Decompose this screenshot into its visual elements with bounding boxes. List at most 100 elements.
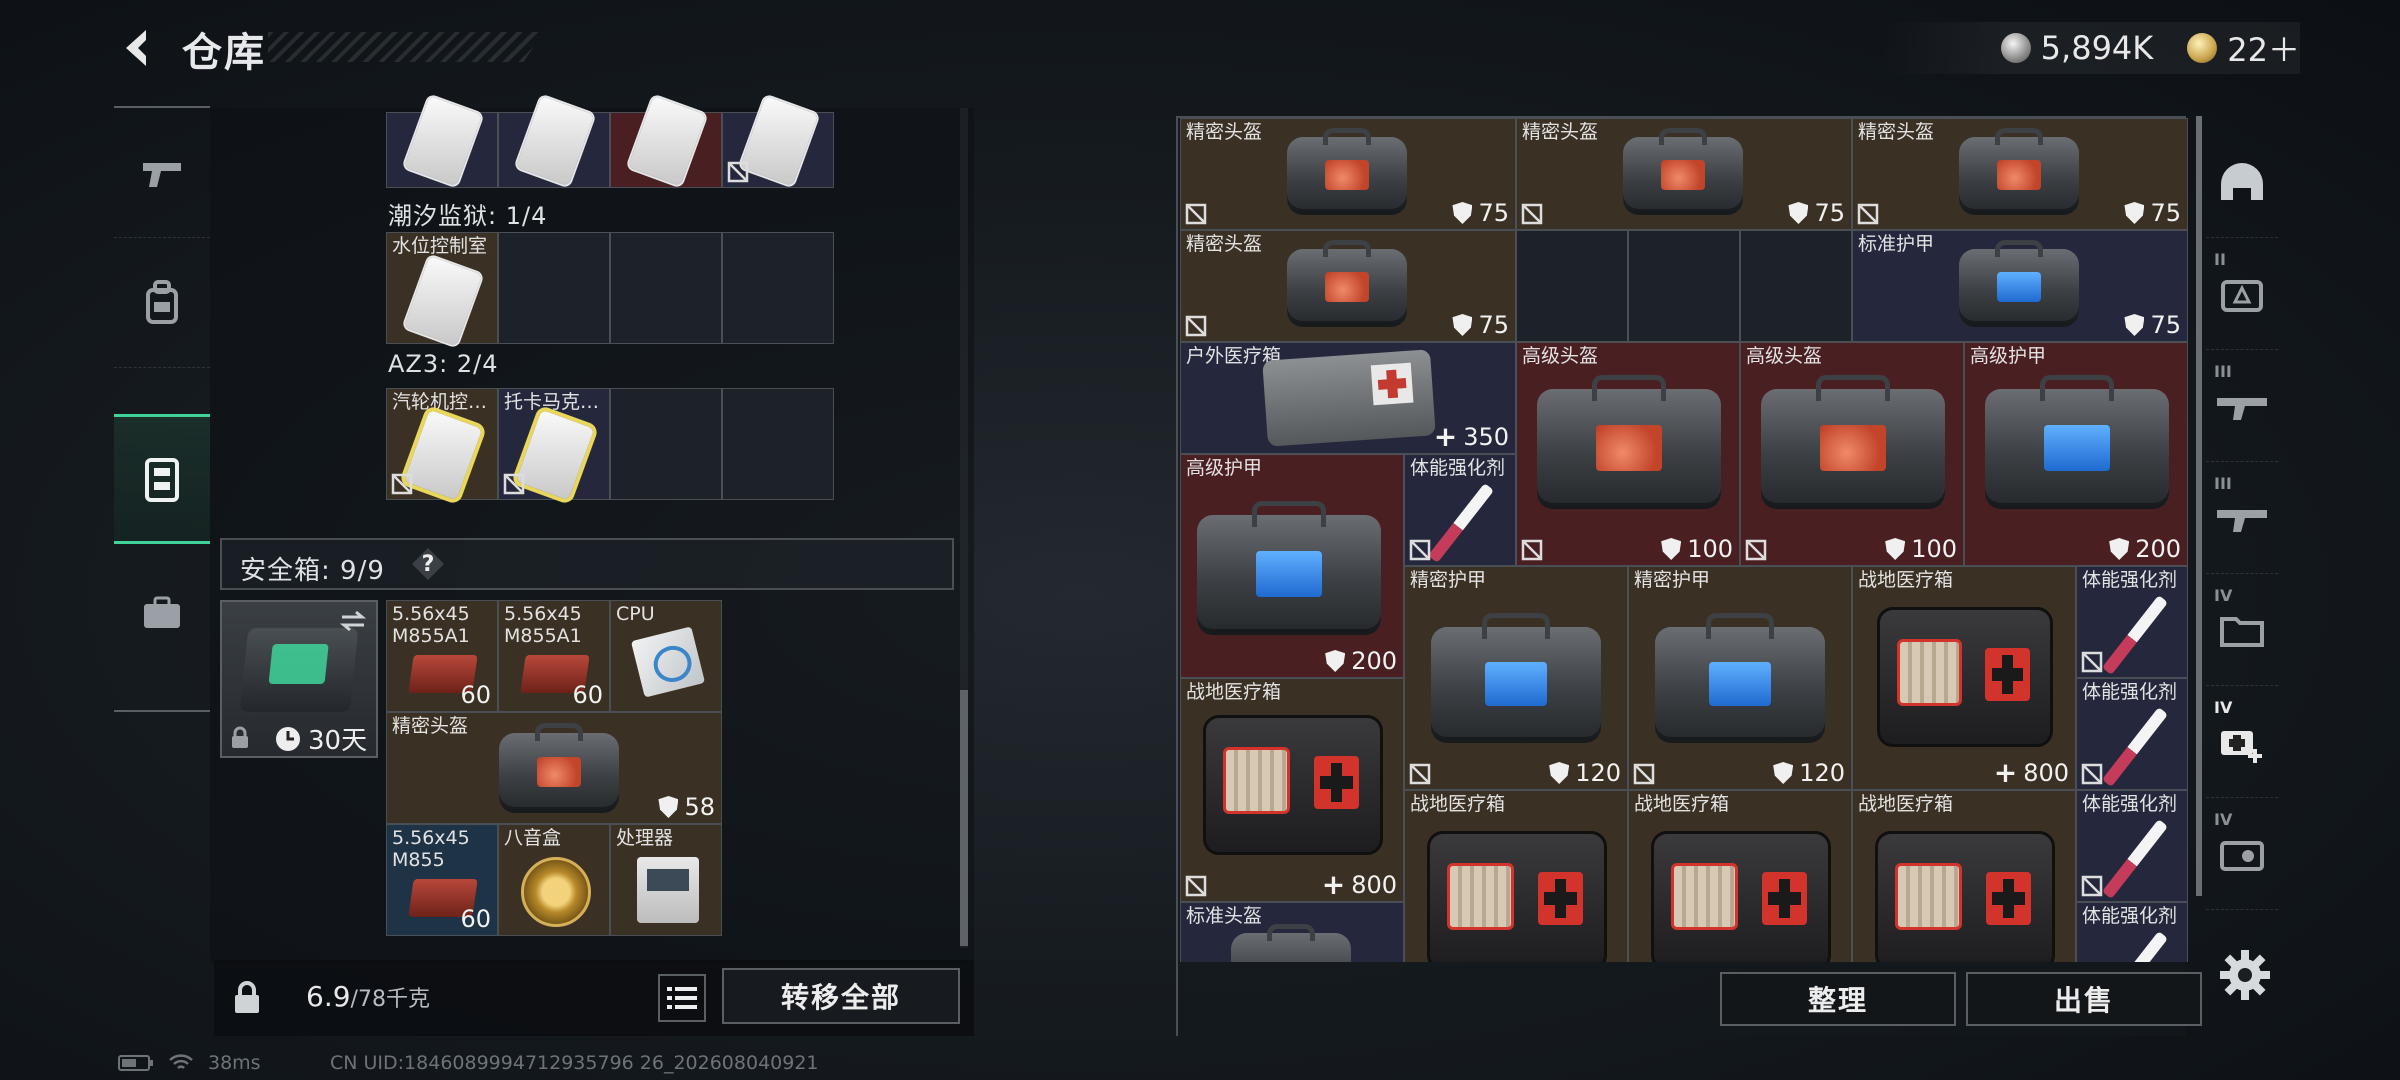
- lock-icon: [235, 981, 259, 1013]
- empty-slot[interactable]: [1628, 230, 1740, 342]
- no-trade-icon: [2081, 651, 2103, 673]
- item-cell[interactable]: 体能强化剂: [1404, 454, 1516, 566]
- keycard-icon: [2220, 840, 2264, 871]
- no-trade-icon: [1185, 875, 1207, 897]
- item-cell[interactable]: 精密头盔 75: [1516, 118, 1852, 230]
- item-cell[interactable]: 精密头盔 75: [1180, 230, 1516, 342]
- sort-button[interactable]: 整理: [1720, 972, 1956, 1026]
- item-cell[interactable]: 精密护甲 120: [1628, 566, 1852, 790]
- shield-icon: [2124, 314, 2145, 336]
- shield-icon: [1452, 202, 1473, 224]
- item-cell[interactable]: 精密头盔 75: [1180, 118, 1516, 230]
- gold-amount: 22＋: [2227, 31, 2300, 69]
- list-view-button[interactable]: [658, 974, 706, 1022]
- no-trade-icon: [1745, 539, 1767, 561]
- sell-button[interactable]: 出售: [1966, 972, 2202, 1026]
- empty-slot[interactable]: [1516, 230, 1628, 342]
- back-button[interactable]: [112, 22, 164, 74]
- item-cell[interactable]: 户外医疗箱 +350: [1180, 342, 1516, 454]
- item-cell[interactable]: 处理器: [610, 824, 722, 936]
- item-cell[interactable]: 水位控制室: [386, 232, 498, 347]
- empty-slot[interactable]: [722, 232, 834, 344]
- item-cell[interactable]: 汽轮机控…: [386, 388, 498, 501]
- filter-tier-4-med[interactable]: IV: [2206, 688, 2278, 798]
- item-cell[interactable]: 精密头盔 58: [386, 712, 722, 824]
- empty-slot[interactable]: [498, 232, 610, 344]
- currency-bar[interactable]: 5,894K 22＋: [1880, 22, 2300, 74]
- safebox-header: 安全箱: 9/9 ?: [220, 538, 954, 590]
- scrollbar-thumb[interactable]: [960, 690, 968, 946]
- weight-readout: 6.9/78千克: [306, 980, 430, 1013]
- empty-slot[interactable]: [610, 388, 722, 500]
- help-button[interactable]: ?: [412, 548, 444, 580]
- no-trade-icon: [1185, 203, 1207, 225]
- filter-tier-3[interactable]: III: [2206, 352, 2278, 462]
- item-cell[interactable]: [610, 95, 722, 188]
- weight-bar: 6.9/78千克 转移全部: [214, 960, 974, 1036]
- item-cell[interactable]: 体能强化剂: [2076, 902, 2188, 962]
- briefcase-icon: [144, 596, 180, 628]
- safebox-days: 30天: [308, 726, 368, 756]
- swap-icon[interactable]: [338, 610, 368, 632]
- item-cell[interactable]: [386, 95, 498, 188]
- item-cell[interactable]: 精密护甲 120: [1404, 566, 1628, 790]
- item-cell[interactable]: 战地医疗箱: [1628, 790, 1852, 962]
- wifi-icon: [169, 1054, 193, 1069]
- item-cell[interactable]: 战地医疗箱 +800: [1852, 566, 2076, 790]
- no-trade-icon: [391, 473, 413, 495]
- tab-equipment[interactable]: [114, 238, 210, 368]
- safebox-case[interactable]: 30天: [220, 600, 378, 758]
- silver-amount: 5,894K: [2040, 29, 2154, 67]
- filter-tier-4-card[interactable]: IV: [2206, 800, 2278, 910]
- shield-icon: [658, 796, 679, 818]
- item-cell[interactable]: 精密头盔 75: [1852, 118, 2188, 230]
- item-cell[interactable]: [722, 95, 834, 188]
- shield-icon: [1325, 650, 1346, 672]
- item-cell[interactable]: 高级头盔 100: [1516, 342, 1740, 566]
- item-cell[interactable]: CPU: [610, 600, 722, 712]
- no-trade-icon: [1521, 539, 1543, 561]
- list-icon: [667, 987, 697, 1009]
- tab-briefcase[interactable]: [114, 548, 210, 678]
- no-trade-icon: [2081, 875, 2103, 897]
- item-cell[interactable]: 标准护甲 75: [1852, 230, 2188, 342]
- empty-slot[interactable]: [610, 232, 722, 344]
- rifle-icon: [2217, 509, 2267, 532]
- filter-helmet[interactable]: [2206, 128, 2278, 238]
- tab-safebox[interactable]: [114, 414, 210, 544]
- ping: 38ms: [208, 1052, 261, 1074]
- item-cell[interactable]: 5.56x45 M855A1 60: [386, 600, 498, 712]
- safebox-image: [239, 628, 359, 712]
- stash-grid: 精密头盔 75 精密头盔 75 精密头盔 75 精密头盔 75 标准护甲 75 …: [1180, 118, 2188, 962]
- transfer-all-button[interactable]: 转移全部: [722, 968, 960, 1024]
- empty-slot[interactable]: [1740, 230, 1852, 342]
- item-cell[interactable]: 体能强化剂: [2076, 566, 2188, 678]
- item-cell[interactable]: 高级护甲 200: [1964, 342, 2188, 566]
- item-cell[interactable]: 托卡马克…: [498, 388, 610, 501]
- folder-icon: [2220, 616, 2264, 647]
- shield-icon: [1885, 538, 1906, 560]
- filter-tier-2[interactable]: II: [2206, 240, 2278, 350]
- filter-tier-4[interactable]: IV: [2206, 576, 2278, 686]
- item-cell[interactable]: 5.56x45 M855 60: [386, 824, 498, 936]
- shield-icon: [1452, 314, 1473, 336]
- item-cell[interactable]: 体能强化剂: [2076, 790, 2188, 902]
- filter-tier-3b[interactable]: III: [2206, 464, 2278, 574]
- item-cell[interactable]: 战地医疗箱: [1852, 790, 2076, 962]
- no-trade-icon: [503, 473, 525, 495]
- item-cell[interactable]: 体能强化剂: [2076, 678, 2188, 790]
- tab-weapons[interactable]: [114, 108, 210, 238]
- settings-gear-icon[interactable]: [2218, 948, 2272, 1002]
- item-cell[interactable]: 八音盒: [498, 824, 610, 936]
- safebox-icon: [145, 458, 179, 502]
- item-cell[interactable]: 高级头盔 100: [1740, 342, 1964, 566]
- item-cell[interactable]: 战地医疗箱 +800: [1180, 678, 1404, 902]
- item-cell[interactable]: 标准头盔: [1180, 902, 1404, 962]
- item-cell[interactable]: 战地医疗箱: [1404, 790, 1628, 962]
- item-cell[interactable]: 高级护甲 200: [1180, 454, 1404, 678]
- no-trade-icon: [2081, 763, 2103, 785]
- item-cell[interactable]: 5.56x45 M855A1 60: [498, 600, 610, 712]
- item-cell[interactable]: [498, 95, 610, 188]
- armor-icon: [2221, 279, 2263, 312]
- empty-slot[interactable]: [722, 388, 834, 500]
